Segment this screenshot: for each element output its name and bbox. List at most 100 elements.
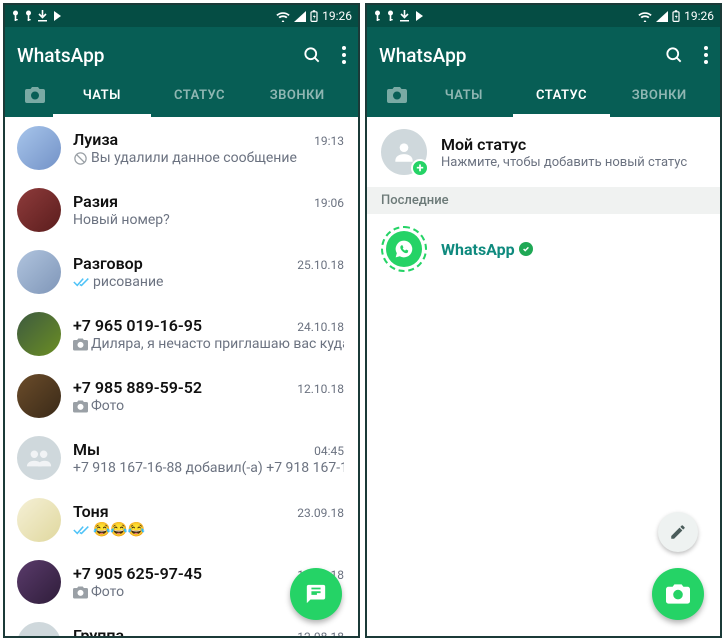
tab-calls[interactable]: ЗВОНКИ <box>610 73 708 117</box>
chat-list: Луиза 19:13 Вы удалили данное сообщение Раз… <box>5 117 358 636</box>
chat-name: Разия <box>73 192 118 211</box>
chat-icon <box>305 583 327 605</box>
whatsapp-status-row[interactable]: WhatsApp <box>367 214 720 284</box>
search-icon[interactable] <box>664 45 684 65</box>
chat-time: 25.10.18 <box>297 258 344 272</box>
avatar[interactable] <box>17 622 61 636</box>
photo-icon <box>73 338 88 351</box>
tab-calls[interactable]: ЗВОНКИ <box>248 73 346 117</box>
chat-time: 12.10.18 <box>297 382 344 396</box>
avatar[interactable] <box>17 374 61 418</box>
pencil-icon <box>669 523 687 541</box>
signal-icon <box>294 11 306 22</box>
photo-icon <box>73 586 88 599</box>
camera-icon <box>387 87 407 103</box>
block-icon <box>73 151 88 166</box>
wifi-icon <box>638 11 652 22</box>
camera-icon <box>25 87 45 103</box>
avatar[interactable] <box>17 250 61 294</box>
avatar[interactable] <box>17 436 61 480</box>
tab-camera[interactable] <box>379 87 415 103</box>
app-title: WhatsApp <box>17 44 104 67</box>
chat-row[interactable]: Разия 19:06 Новый номер? <box>5 179 358 241</box>
chat-name: Разговор <box>73 254 143 273</box>
chat-name: +7 965 019-16-95 <box>73 316 202 335</box>
chat-row[interactable]: +7 965 019-16-95 24.10.18 Диляра, я нечаст… <box>5 303 358 365</box>
app-title: WhatsApp <box>379 44 466 67</box>
key-icon <box>11 10 20 22</box>
signal-icon <box>656 11 668 22</box>
download-icon <box>37 10 48 22</box>
search-icon[interactable] <box>302 45 322 65</box>
tab-chats[interactable]: ЧАТЫ <box>53 73 151 117</box>
fab-camera-status[interactable] <box>652 568 704 620</box>
avatar[interactable] <box>17 126 61 170</box>
avatar[interactable] <box>17 312 61 356</box>
whatsapp-logo-icon <box>386 231 422 267</box>
phone-left: 19:26 WhatsApp ЧАТЫ СТАТУС ЗВОНКИ Луиза 1… <box>3 3 360 638</box>
my-status-sub: Нажмите, чтобы добавить новый статус <box>441 155 687 170</box>
check-read-icon <box>73 524 90 536</box>
tab-status[interactable]: СТАТУС <box>513 73 611 117</box>
appbar: WhatsApp ЧАТЫ СТАТУС ЗВОНКИ <box>367 27 720 117</box>
tab-camera[interactable] <box>17 87 53 103</box>
chat-name: Группа <box>73 626 124 636</box>
tabs: ЧАТЫ СТАТУС ЗВОНКИ <box>17 73 346 117</box>
chat-message: Вы удалили данное сообщение <box>73 150 344 166</box>
photo-icon <box>73 400 88 413</box>
whatsapp-status-name: WhatsApp <box>441 240 533 259</box>
chat-message: рисование <box>73 274 344 290</box>
chat-row[interactable]: +7 985 889-59-52 12.10.18 Фото <box>5 365 358 427</box>
chat-row[interactable]: Разговор 25.10.18 рисование <box>5 241 358 303</box>
play-icon <box>414 10 425 22</box>
chat-message: Диляра, я нечасто приглашаю вас куда-ни.… <box>73 336 344 352</box>
android-statusbar: 19:26 <box>367 5 720 27</box>
chat-row[interactable]: Мы04:45+7 918 167-16-88 добавил(-а) +7 9… <box>5 427 358 489</box>
chat-time: 04:45 <box>314 444 344 458</box>
chat-time: 19:06 <box>314 196 344 210</box>
battery-icon <box>310 10 318 22</box>
status-ring <box>381 226 427 272</box>
key-icon <box>373 10 382 22</box>
tab-chats[interactable]: ЧАТЫ <box>415 73 513 117</box>
more-icon[interactable] <box>342 46 346 64</box>
chat-name: +7 905 625-97-45 <box>73 564 202 583</box>
chat-message: Новый номер? <box>73 212 344 228</box>
chat-time: 19:13 <box>314 134 344 148</box>
chat-name: Луиза <box>73 130 118 149</box>
tabs: ЧАТЫ СТАТУС ЗВОНКИ <box>379 73 708 117</box>
camera-icon <box>666 584 690 604</box>
verified-icon <box>519 242 533 256</box>
fab-new-chat[interactable] <box>290 568 342 620</box>
chat-row[interactable]: Тоня23.09.18😂😂😂 <box>5 489 358 551</box>
key-icon <box>24 10 33 22</box>
tab-status[interactable]: СТАТУС <box>151 73 249 117</box>
avatar[interactable] <box>17 560 61 604</box>
statusbar-time: 19:26 <box>322 9 352 23</box>
phone-right: 19:26 WhatsApp ЧАТЫ СТАТУС ЗВОНКИ + <box>365 3 722 638</box>
status-pane: + Мой статус Нажмите, чтобы добавить нов… <box>367 117 720 636</box>
add-status-badge: + <box>411 159 429 177</box>
play-icon <box>52 10 63 22</box>
more-icon[interactable] <box>704 46 708 64</box>
avatar: + <box>381 129 427 175</box>
avatar[interactable] <box>17 188 61 232</box>
chat-time: 24.10.18 <box>297 320 344 334</box>
my-status-row[interactable]: + Мой статус Нажмите, чтобы добавить нов… <box>367 117 720 187</box>
statusbar-time: 19:26 <box>684 9 714 23</box>
key-icon <box>386 10 395 22</box>
battery-icon <box>672 10 680 22</box>
chat-row[interactable]: Луиза 19:13 Вы удалили данное сообщение <box>5 117 358 179</box>
chat-message: 😂😂😂 <box>73 522 344 538</box>
section-recent: Последние <box>367 187 720 214</box>
check-read-icon <box>73 276 90 288</box>
chat-name: +7 985 889-59-52 <box>73 378 202 397</box>
wifi-icon <box>276 11 290 22</box>
android-statusbar: 19:26 <box>5 5 358 27</box>
chat-time: 23.09.18 <box>297 506 344 520</box>
avatar[interactable] <box>17 498 61 542</box>
my-status-title: Мой статус <box>441 135 687 154</box>
chat-time: 12.08.18 <box>297 630 344 636</box>
chat-message: Фото <box>73 398 344 414</box>
fab-text-status[interactable] <box>658 512 698 552</box>
